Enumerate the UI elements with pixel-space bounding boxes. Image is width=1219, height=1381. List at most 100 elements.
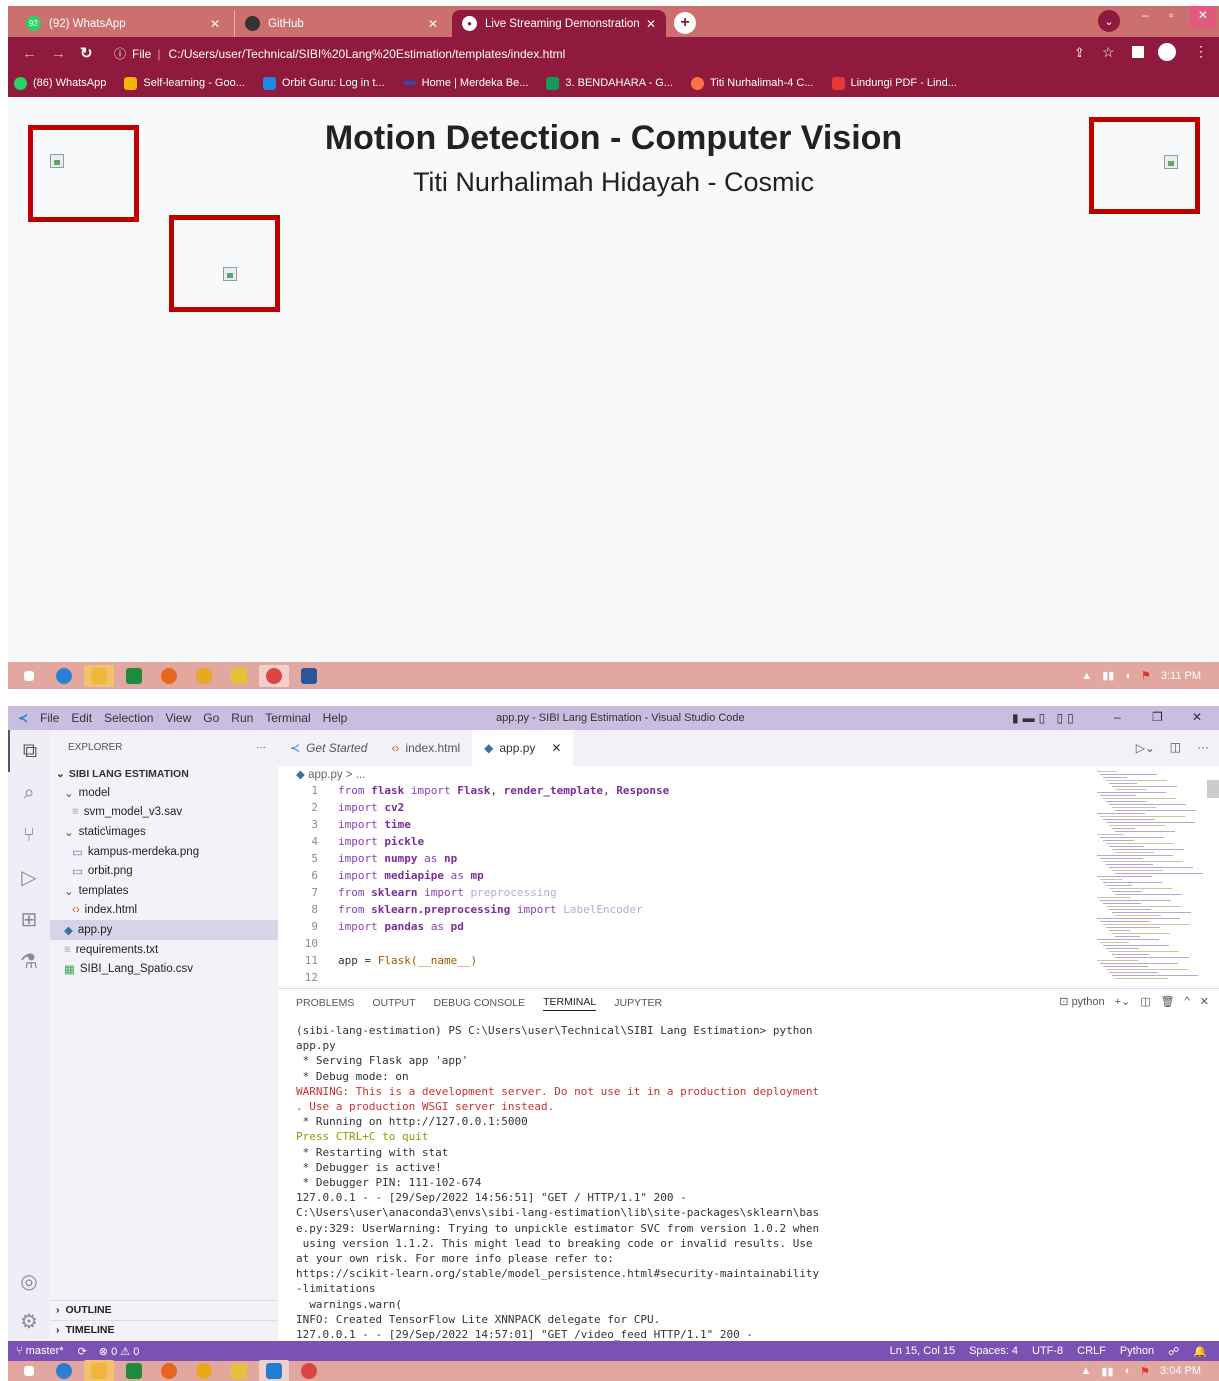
- flag-icon[interactable]: ⚑: [1140, 1365, 1150, 1378]
- taskbar-app[interactable]: [259, 1360, 289, 1381]
- tab-get-started[interactable]: ≺ Get Started: [278, 730, 379, 766]
- file-tree-item[interactable]: ◆ app.py: [50, 920, 278, 940]
- explorer-icon[interactable]: ⧉: [8, 730, 50, 772]
- start-button[interactable]: [14, 665, 44, 687]
- clock[interactable]: 3:04 PM: [1160, 1365, 1201, 1377]
- bookmark-item[interactable]: Home | Merdeka Be...: [402, 77, 528, 89]
- run-debug-icon[interactable]: ▷: [8, 856, 50, 898]
- close-window-icon[interactable]: ✕: [1192, 710, 1202, 724]
- tab-app-py[interactable]: ◆ app.py ✕: [472, 730, 574, 766]
- close-tab-icon[interactable]: ✕: [428, 17, 438, 31]
- indentation[interactable]: Spaces: 4: [969, 1345, 1018, 1357]
- encoding[interactable]: UTF-8: [1032, 1345, 1063, 1357]
- terminal-output[interactable]: (sibi-lang-estimation) PS C:\Users\user\…: [296, 1023, 819, 1342]
- terminal-instance[interactable]: ⊡ python: [1059, 995, 1104, 1008]
- flag-icon[interactable]: ⚑: [1141, 669, 1151, 682]
- profile-avatar[interactable]: [1158, 43, 1176, 61]
- minimize-icon[interactable]: –: [1114, 710, 1121, 724]
- taskbar-app[interactable]: [224, 665, 254, 687]
- tray-arrow-icon[interactable]: ▲: [1081, 670, 1092, 682]
- back-icon[interactable]: ←: [22, 45, 37, 62]
- outline-section[interactable]: › OUTLINE: [50, 1300, 278, 1319]
- taskbar-app[interactable]: [84, 1360, 114, 1381]
- source-control-icon[interactable]: ⑂: [8, 814, 50, 856]
- extensions-icon[interactable]: ⊞: [8, 898, 50, 940]
- star-icon[interactable]: ☆: [1102, 44, 1115, 61]
- tab-output[interactable]: OUTPUT: [372, 997, 415, 1009]
- bookmark-item[interactable]: 3. BENDAHARA - G...: [546, 76, 673, 90]
- problems-indicator[interactable]: ⊗ 0 ⚠ 0: [99, 1345, 140, 1358]
- start-button[interactable]: [14, 1360, 44, 1381]
- taskbar-app[interactable]: [49, 665, 79, 687]
- taskbar-app[interactable]: [49, 1360, 79, 1381]
- bookmark-item[interactable]: Lindungi PDF - Lind...: [831, 76, 957, 90]
- close-tab-icon[interactable]: ✕: [210, 17, 220, 31]
- taskbar-app[interactable]: [189, 665, 219, 687]
- file-tree-item[interactable]: ⌄ templates: [50, 881, 278, 901]
- tab-index-html[interactable]: ‹› index.html: [379, 730, 472, 766]
- menu-selection[interactable]: Selection: [104, 711, 153, 725]
- taskbar-app[interactable]: [294, 665, 324, 687]
- code-editor[interactable]: ◆ app.py > ... 1 from flask import Flask,…: [278, 766, 1219, 988]
- volume-icon[interactable]: ◖: [1124, 1365, 1131, 1377]
- scrollbar-thumb[interactable]: [1207, 780, 1219, 798]
- volume-icon[interactable]: ◖: [1124, 670, 1131, 682]
- tab-debug-console[interactable]: DEBUG CONSOLE: [434, 997, 526, 1009]
- language-mode[interactable]: Python: [1120, 1345, 1154, 1357]
- file-tree-item[interactable]: ‹› index.html: [50, 901, 278, 921]
- new-terminal-icon[interactable]: +⌄: [1115, 995, 1131, 1008]
- bookmark-item[interactable]: Self-learning - Goo...: [124, 76, 245, 90]
- info-icon[interactable]: ⓘ: [114, 45, 126, 62]
- menu-edit[interactable]: Edit: [71, 711, 92, 725]
- taskbar-app[interactable]: [259, 664, 289, 687]
- menu-run[interactable]: Run: [231, 711, 253, 725]
- menu-go[interactable]: Go: [203, 711, 219, 725]
- bookmark-item[interactable]: Orbit Guru: Log in t...: [262, 76, 385, 90]
- maximize-panel-icon[interactable]: ^: [1185, 995, 1190, 1008]
- branch-indicator[interactable]: ⑂ master*: [16, 1345, 64, 1357]
- close-tab-icon[interactable]: ✕: [646, 17, 656, 31]
- signal-icon[interactable]: ▮▮: [1101, 1365, 1113, 1378]
- testing-icon[interactable]: ⚗: [8, 940, 50, 982]
- file-tree-item[interactable]: ≡ svm_model_v3.sav: [50, 803, 278, 823]
- sync-icon[interactable]: ⟳: [78, 1345, 87, 1358]
- close-window-icon[interactable]: ✕: [1189, 6, 1216, 28]
- restore-icon[interactable]: ❐: [1152, 710, 1163, 724]
- taskbar-app[interactable]: [84, 664, 114, 687]
- tray-arrow-icon[interactable]: ▲: [1081, 1365, 1092, 1377]
- split-editor-icon[interactable]: ◫: [1170, 740, 1181, 754]
- split-terminal-icon[interactable]: ◫: [1140, 995, 1150, 1008]
- layout-toggle-icons[interactable]: ▮▬▯ ▯▯: [1012, 711, 1078, 725]
- minimap[interactable]: [1097, 771, 1203, 981]
- clock[interactable]: 3:11 PM: [1161, 670, 1201, 682]
- forward-icon[interactable]: →: [51, 45, 66, 62]
- taskbar-app[interactable]: [294, 1360, 324, 1381]
- search-icon[interactable]: ⌕: [8, 772, 50, 814]
- file-tree-item[interactable]: ▦ SIBI_Lang_Spatio.csv: [50, 959, 278, 979]
- menu-view[interactable]: View: [165, 711, 191, 725]
- timeline-section[interactable]: › TIMELINE: [50, 1320, 278, 1339]
- taskbar-app[interactable]: [154, 1360, 184, 1381]
- taskbar-app[interactable]: [119, 1360, 149, 1381]
- more-actions-icon[interactable]: ···: [1197, 740, 1209, 754]
- file-tree-item[interactable]: ▭ orbit.png: [50, 861, 278, 881]
- sidebar-icon[interactable]: [1132, 46, 1144, 58]
- menu-kebab-icon[interactable]: ⋮: [1194, 43, 1208, 60]
- cursor-position[interactable]: Ln 15, Col 15: [890, 1345, 955, 1357]
- minimize-icon[interactable]: –: [1138, 6, 1153, 28]
- more-actions-icon[interactable]: ···: [256, 742, 266, 753]
- bookmark-item[interactable]: Titi Nurhalimah-4 C...: [690, 76, 814, 90]
- menu-terminal[interactable]: Terminal: [265, 711, 310, 725]
- tab-search-icon[interactable]: ⌄: [1098, 10, 1120, 32]
- new-tab-button[interactable]: +: [674, 12, 696, 34]
- signal-icon[interactable]: ▮▮: [1102, 669, 1114, 682]
- close-panel-icon[interactable]: ✕: [1200, 995, 1209, 1008]
- file-tree-item[interactable]: ≡ requirements.txt: [50, 940, 278, 960]
- breadcrumb[interactable]: ◆ app.py > ...: [296, 767, 365, 781]
- trash-icon[interactable]: 🗑: [1161, 995, 1175, 1008]
- url-text[interactable]: C:/Users/user/Technical/SIBI%20Lang%20Es…: [168, 47, 565, 61]
- taskbar-app[interactable]: [224, 1360, 254, 1381]
- line-endings[interactable]: CRLF: [1077, 1345, 1106, 1357]
- tab-terminal[interactable]: TERMINAL: [543, 996, 597, 1011]
- address-bar[interactable]: ⓘ File | C:/Users/user/Technical/SIBI%20…: [108, 42, 1080, 65]
